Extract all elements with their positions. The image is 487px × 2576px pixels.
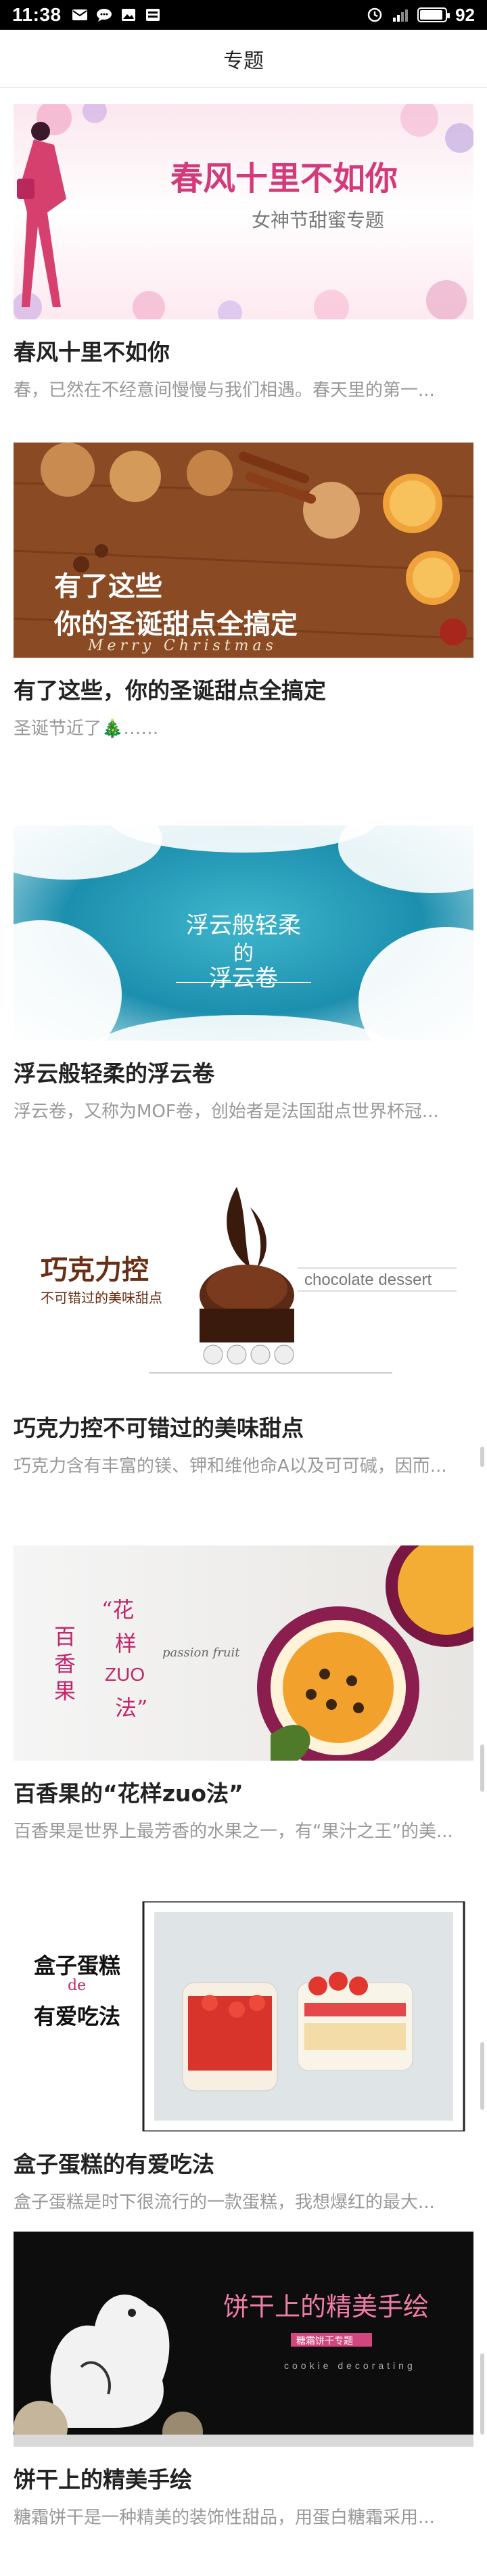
article-desc: 巧克力含有丰富的镁、钾和维他命A以及可可碱，因而... [14, 1456, 447, 1476]
image-icon [145, 9, 160, 21]
banner-title: 巧克力控 [41, 1254, 149, 1286]
article-card[interactable]: 有了这些 你的圣诞甜点全搞定 Merry Christmas 有了这些，你的圣诞… [14, 443, 473, 740]
banner-english: chocolate dessert [304, 1271, 432, 1289]
article-banner[interactable]: 巧克力控 不可错过的美味甜点 chocolate dessert [14, 1180, 473, 1395]
scrollbar-thumb[interactable] [480, 2042, 484, 2110]
mail-icon [72, 9, 87, 20]
article-card[interactable]: 饼干上的精美手绘 糖霜饼干专题 cookie decorating 饼干上的精美… [14, 2232, 473, 2529]
cookie-illustration [14, 2232, 473, 2447]
article-desc: 百香果是世界上最芳香的水果之一，有“果汁之王”的美... [14, 1822, 453, 1842]
article-desc: 盒子蛋糕是时下很流行的一款蛋糕，我想爆红的最大... [14, 2192, 435, 2213]
banner-english: cookie decorating [284, 2360, 416, 2371]
article-desc: 浮云卷，又称为MOF卷，创始者是法国甜点世界杯冠... [14, 1102, 439, 1122]
article-card[interactable]: 春风十里不如你 女神节甜蜜专题 春风十里不如你 春，已然在不经意间慢慢与我们相遇… [14, 104, 473, 401]
banner-title: 春风十里不如你 [170, 160, 398, 198]
banner-title-de: de [68, 1977, 87, 1994]
banner-title-line2: 有爱吃法 [34, 2004, 121, 2029]
article-banner[interactable]: 百 香 果 “花 样 ZUO 法” passion fruit [14, 1545, 473, 1761]
page-title: 专题 [223, 49, 264, 73]
article-banner[interactable]: 有了这些 你的圣诞甜点全搞定 Merry Christmas [14, 443, 473, 658]
article-banner[interactable]: 浮云般轻柔 的 浮云卷 [14, 826, 473, 1041]
article-title[interactable]: 盒子蛋糕的有爱吃法 [14, 2146, 473, 2179]
battery-icon [417, 7, 450, 22]
banner-title-line1: 盒子蛋糕 [34, 1953, 121, 1979]
article-title[interactable]: 浮云般轻柔的浮云卷 [14, 1056, 473, 1088]
banner-subtitle: 女神节甜蜜专题 [251, 209, 384, 231]
banner-char: 法” [115, 1695, 148, 1721]
article-title[interactable]: 巧克力控不可错过的美味甜点 [14, 1410, 473, 1443]
article-desc: 糖霜饼干是一种精美的装饰性甜品，用蛋白糖霜采用... [14, 2508, 435, 2528]
battery-level: 92 [455, 4, 475, 25]
article-card[interactable]: 百 香 果 “花 样 ZUO 法” passion fruit 百香果的“花样z… [14, 1545, 473, 1843]
alarm-icon [367, 7, 382, 22]
scrollbar-thumb[interactable] [480, 2353, 484, 2435]
banner-title-line1: 浮云般轻柔 [186, 912, 301, 939]
article-title[interactable]: 饼干上的精美手绘 [14, 2462, 473, 2494]
status-time: 11:38 [12, 4, 62, 25]
article-banner[interactable]: 饼干上的精美手绘 糖霜饼干专题 cookie decorating [14, 2232, 473, 2447]
scrollbar-thumb[interactable] [480, 1744, 484, 1792]
nav-bar: 专题 [0, 30, 487, 88]
article-banner[interactable]: 春风十里不如你 女神节甜蜜专题 [14, 104, 473, 319]
article-desc: 春，已然在不经意间慢慢与我们相遇。春天里的第一... [14, 380, 435, 401]
banner-english: passion fruit [162, 1646, 240, 1660]
banner-title-line3: 浮云卷 [209, 965, 278, 992]
article-banner[interactable]: 盒子蛋糕 de 有爱吃法 [14, 1901, 473, 2131]
banner-char: 果 [54, 1678, 76, 1704]
message-icon [96, 9, 112, 22]
banner-char: 样 [115, 1631, 137, 1656]
article-card[interactable]: 巧克力控 不可错过的美味甜点 chocolate dessert 巧克力控不可错… [14, 1180, 473, 1477]
banner-char: ZUO [105, 1664, 145, 1685]
status-bar: 11:38 92 [0, 0, 487, 30]
banner-title-line1: 有了这些 [54, 570, 162, 602]
banner-subtitle: 不可错过的美味甜点 [41, 1290, 162, 1306]
article-title[interactable]: 百香果的“花样zuo法” [14, 1776, 473, 1808]
gallery-icon [121, 9, 135, 21]
passion-fruit-illustration [257, 1545, 473, 1761]
banner-title: 饼干上的精美手绘 [223, 2292, 430, 2322]
signal-icon [393, 9, 409, 22]
banner-char: “花 [101, 1597, 135, 1623]
banner-title-line2: 你的圣诞甜点全搞定 [54, 608, 298, 640]
article-card[interactable]: 浮云般轻柔 的 浮云卷 浮云般轻柔的浮云卷 浮云卷，又称为MOF卷，创始者是法国… [14, 826, 473, 1123]
scrollbar-thumb[interactable] [480, 1447, 484, 1467]
article-desc: 圣诞节近了🎄…… [14, 719, 159, 739]
banner-tag: 糖霜饼干专题 [296, 2336, 353, 2347]
article-title[interactable]: 春风十里不如你 [14, 334, 473, 367]
banner-script: Merry Christmas [88, 637, 277, 654]
article-card[interactable]: 盒子蛋糕 de 有爱吃法 盒子蛋糕的有爱吃法 盒子蛋糕是时下很流行的一款蛋糕，我… [14, 1901, 473, 2213]
article-title[interactable]: 有了这些，你的圣诞甜点全搞定 [14, 673, 473, 705]
